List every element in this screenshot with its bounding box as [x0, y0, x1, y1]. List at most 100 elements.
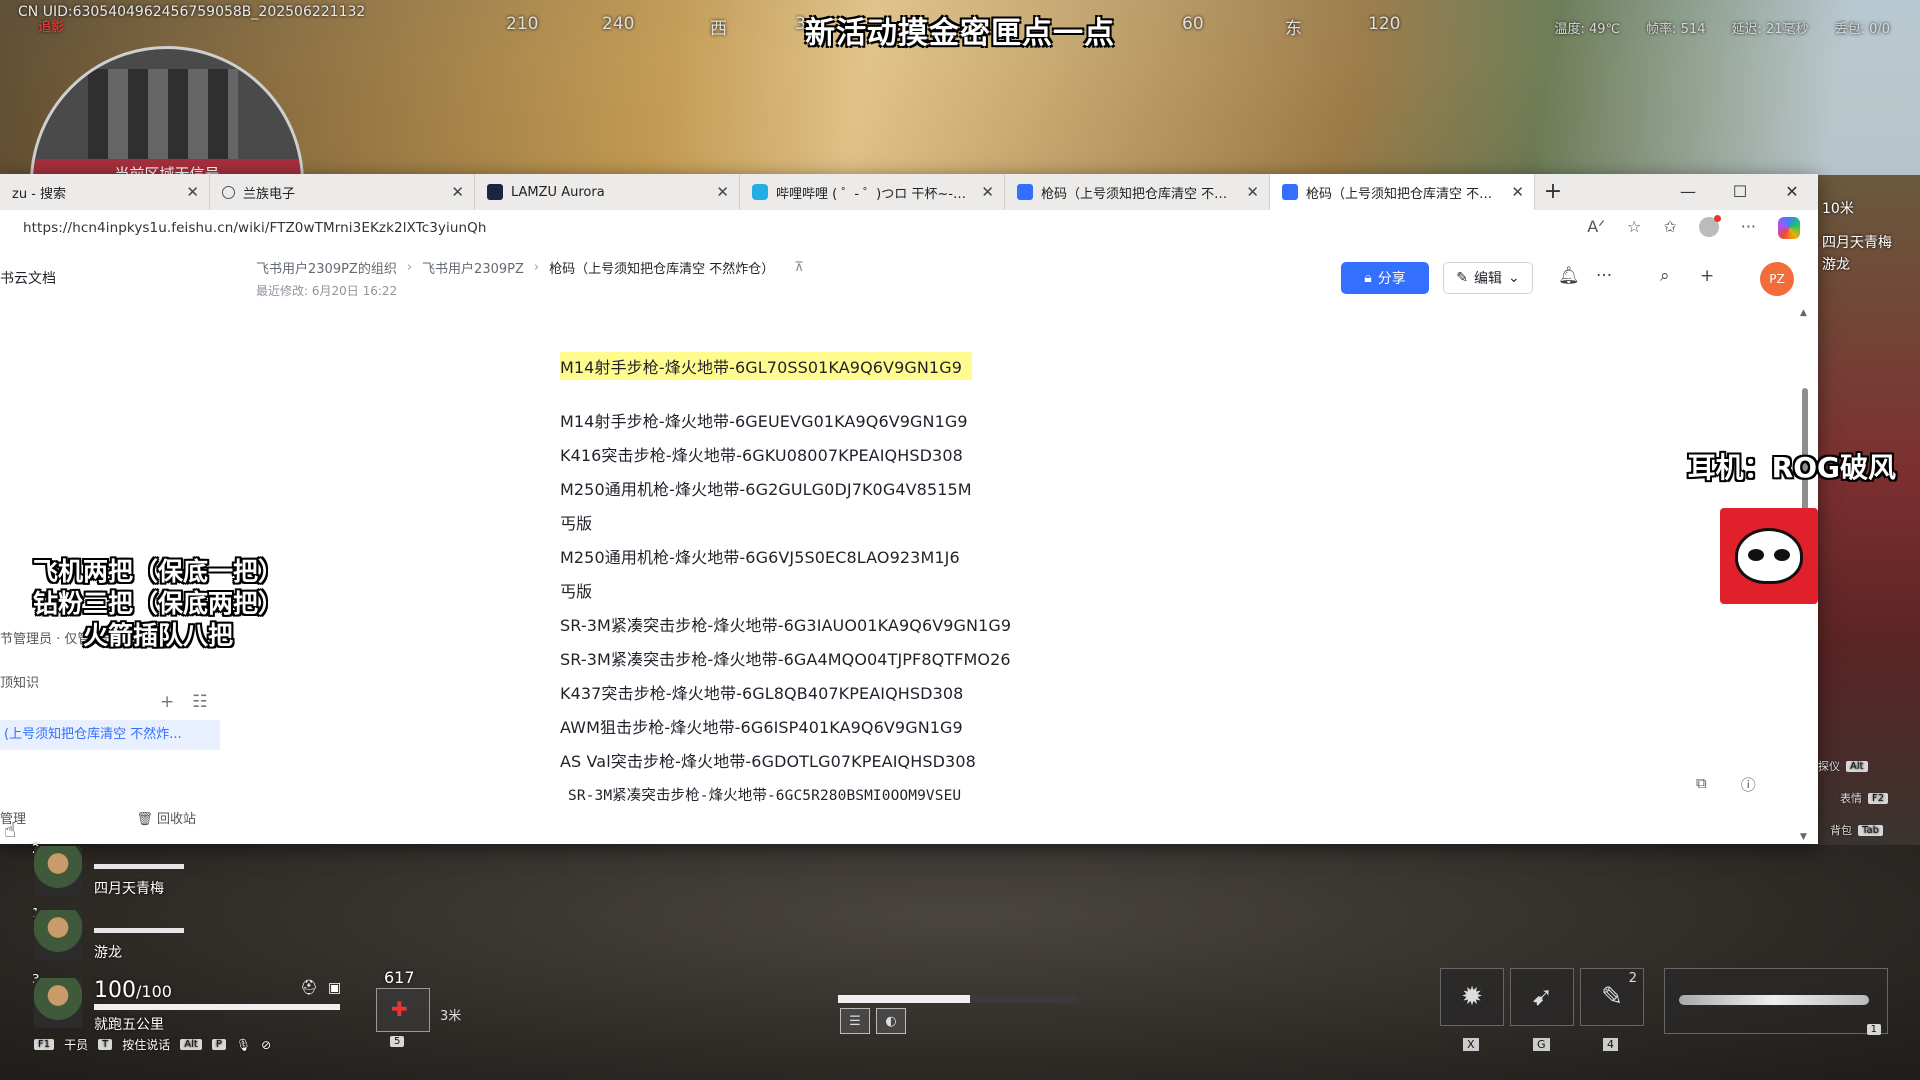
key-hint-label: 背包	[1830, 824, 1852, 837]
address-bar[interactable]: https://hcn4inpkys1u.feishu.cn/wiki/FTZ0…	[0, 210, 1818, 247]
tab-label: 枪码（上号须知把仓库清空 不然炸仓）	[1306, 186, 1504, 202]
share-label: 分享	[1377, 271, 1406, 287]
pin-icon[interactable]: ⊼	[794, 260, 804, 275]
close-icon[interactable]: ✕	[981, 183, 994, 201]
weapon-slot[interactable]: 1	[1664, 968, 1888, 1035]
more-icon[interactable]: ···	[1741, 217, 1756, 239]
sidebar-actions: + ☷	[160, 692, 208, 712]
skill-slot[interactable]: ✎ 2 4	[1580, 968, 1644, 1051]
address-bar-icons: Aᐟ ☆ ✩ ···	[1587, 215, 1800, 239]
hp-current: 100	[94, 978, 136, 1003]
trash-icon: 🗑︎	[136, 812, 157, 827]
avatar[interactable]: PZ	[1760, 262, 1794, 296]
keycap: T	[98, 1039, 113, 1050]
sidebar-title: 书云文档	[0, 271, 56, 287]
minimize-button[interactable]: —	[1662, 174, 1714, 210]
globe-icon	[222, 185, 235, 199]
doc-line: K437突击步枪-烽火地带-6GL8QB407KPEAIQHSD308	[560, 684, 964, 703]
maximize-button[interactable]: ☐	[1714, 174, 1766, 210]
browser-window: zu - 搜索 ✕ 兰族电子 ✕ LAMZU Aurora ✕ 哔哩哔哩 ( ゜…	[0, 174, 1818, 844]
breadcrumb-org[interactable]: 飞书用户2309PZ的组织	[256, 258, 397, 277]
chevron-down-icon: ⌄	[1508, 270, 1520, 286]
sidebar-knowledge: 顶知识	[0, 676, 40, 691]
tab-lamzu-aurora[interactable]: LAMZU Aurora ✕	[475, 174, 740, 210]
tab-lanzu[interactable]: 兰族电子 ✕	[210, 174, 475, 210]
favorite-star-icon[interactable]: ☆	[1627, 217, 1641, 239]
recycle-bin-link[interactable]: 🗑︎ 回收站	[136, 808, 196, 827]
skill-slot[interactable]: ✹ X	[1440, 968, 1504, 1051]
url-text[interactable]: https://hcn4inpkys1u.feishu.cn/wiki/FTZ0…	[23, 220, 487, 236]
search-icon[interactable]: ⌕	[1660, 266, 1670, 286]
copilot-icon[interactable]	[1778, 217, 1800, 239]
bottom-key-hints: F1 干员 T 按住说话 Alt P 🎙︎ ⊘	[34, 1036, 271, 1053]
doc-line: M14射手步枪-烽火地带-6GEUEVG01KA9Q6V9GN1G9	[560, 412, 968, 431]
close-icon[interactable]: ✕	[716, 183, 729, 201]
ammo-count: 617	[384, 968, 415, 987]
tab-gun-codes[interactable]: 枪码（上号须知把仓库清空 不然炸仓） ✕	[1005, 174, 1270, 210]
chevron-right-icon: ›	[533, 260, 540, 275]
bell-icon[interactable]: 🔔︎	[1558, 266, 1580, 286]
breadcrumb-current[interactable]: 枪码（上号须知把仓库清空 不然炸仓）	[549, 258, 774, 277]
keycap: Alt	[1846, 760, 1868, 772]
add-page-icon[interactable]: +	[160, 692, 174, 712]
scroll-up-icon[interactable]: ▲	[1800, 308, 1807, 318]
favorites-icon[interactable]: ✩	[1663, 217, 1676, 239]
breadcrumb: 飞书用户2309PZ的组织 › 飞书用户2309PZ › 枪码（上号须知把仓库清…	[256, 258, 804, 277]
keycap: Alt	[180, 1039, 202, 1050]
stat-latency: 延迟: 21毫秒	[1731, 22, 1809, 37]
breadcrumb-user[interactable]: 飞书用户2309PZ	[422, 258, 524, 277]
key-hint-backpack: 背包 Tab	[1830, 822, 1883, 838]
close-icon[interactable]: ✕	[186, 183, 199, 201]
microphone-muted-icon: ⊘	[261, 1037, 272, 1052]
scroll-down-icon[interactable]: ▼	[1800, 832, 1807, 842]
key-hint-label: 按住说话	[122, 1038, 171, 1052]
close-window-button[interactable]: ✕	[1766, 174, 1818, 210]
plus-icon[interactable]: +	[1700, 266, 1714, 286]
keycap: F1	[34, 1039, 55, 1050]
ear-icon[interactable]: ◐	[876, 1008, 906, 1034]
edit-button[interactable]: ✎ 编辑 ⌄	[1443, 262, 1533, 294]
tab-bilibili[interactable]: 哔哩哔哩 ( ゜- ゜)つロ 干杯~-bilibili ✕	[740, 174, 1005, 210]
tab-gun-codes-active[interactable]: 枪码（上号须知把仓库清空 不然炸仓） ✕	[1270, 174, 1535, 210]
doc-line: M14射手步枪-烽火地带-6GL70SS01KA9Q6V9GN1G9	[560, 352, 972, 380]
player-health-bar	[94, 1004, 340, 1010]
new-tab-button[interactable]: +	[1535, 174, 1571, 210]
side-name: 四月天青梅	[1822, 235, 1892, 251]
player-health: 100/100	[94, 978, 172, 1003]
doc-line: M250通用机枪-烽火地带-6G6VJ5S0EC8LAO923M1J6	[560, 548, 960, 567]
more-icon[interactable]: ···	[1596, 266, 1612, 286]
side-right-panel: 10米 四月天青梅 游龙	[1822, 198, 1892, 276]
tab-search[interactable]: zu - 搜索 ✕	[0, 174, 210, 210]
tab-bar: zu - 搜索 ✕ 兰族电子 ✕ LAMZU Aurora ✕ 哔哩哔哩 ( ゜…	[0, 174, 1818, 210]
read-aloud-icon[interactable]: Aᐟ	[1587, 217, 1605, 239]
doc-line: 丐版	[560, 514, 593, 533]
headset-label: 耳机：ROG破风	[1687, 451, 1896, 484]
doc-line: AWM狙击步枪-烽火地带-6G6ISP401KA9Q6V9GN1G9	[560, 718, 963, 737]
key-hint-label: 干员	[64, 1038, 89, 1052]
list-icon[interactable]: ☰	[840, 1008, 870, 1034]
sidebar-item-current[interactable]: (上号须知把仓库清空 不然炸...	[0, 720, 220, 750]
share-button[interactable]: 🔒︎ 分享	[1341, 262, 1429, 294]
skill-slot[interactable]: ➹ G	[1510, 968, 1574, 1051]
medkit-slot[interactable]: ✚	[376, 988, 430, 1032]
teammate-health-bar	[94, 928, 184, 933]
player-name: 就跑五公里	[94, 1017, 164, 1033]
close-icon[interactable]: ✕	[1511, 183, 1524, 201]
help-icon[interactable]: ⓘ	[1741, 774, 1756, 795]
key-hint-detector: 探仪 Alt	[1818, 758, 1868, 774]
panda-logo	[1720, 508, 1818, 604]
close-icon[interactable]: ✕	[451, 183, 464, 201]
doc-line: 丐版	[560, 582, 593, 601]
progress-bar-fill	[838, 995, 970, 1003]
close-icon[interactable]: ✕	[1246, 183, 1259, 201]
side-distance: 10米	[1822, 201, 1854, 217]
doc-line: M250通用机枪-烽火地带-6G2GULG0DJ7K0G4V8515M	[560, 480, 972, 499]
list-icon[interactable]: ☷	[192, 692, 207, 712]
keycap: Tab	[1858, 824, 1883, 836]
outline-icon[interactable]: ⧉	[1696, 774, 1707, 795]
skill-count: 2	[1628, 971, 1637, 986]
edit-label: 编辑	[1474, 271, 1502, 287]
note-line: 火箭插队八把	[82, 621, 233, 650]
event-title: 新活动摸金密匣点一点	[805, 16, 1115, 51]
profile-icon[interactable]	[1698, 215, 1721, 237]
